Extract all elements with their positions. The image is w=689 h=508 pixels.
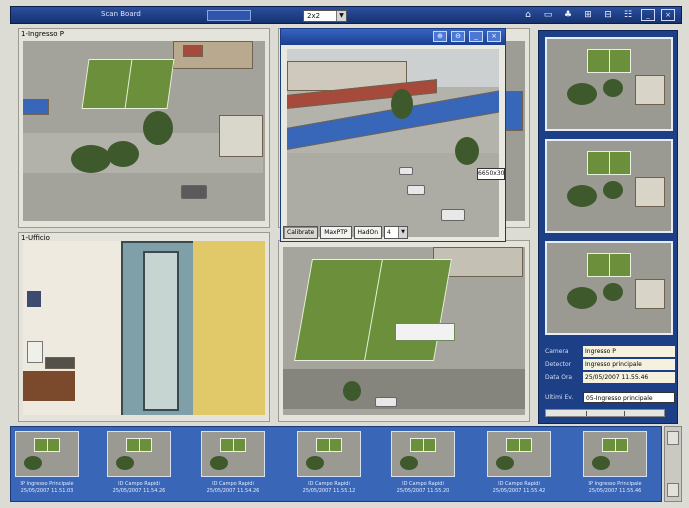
- history-caption: IP Ingresso Principale: [20, 481, 74, 487]
- history-item[interactable]: IP Ingresso Principale 25/05/2007 11.51.…: [15, 431, 79, 499]
- history-caption: IP Ingresso Principale: [588, 481, 642, 487]
- top-toolbar: Scan Board 2x2 ▼ ⌂ ▭ ♣ ⊞ ⊟ ☷ _ ×: [10, 6, 682, 24]
- toolbar-icons: ⌂ ▭ ♣ ⊞ ⊟ ☷ _ ×: [521, 9, 675, 21]
- ptz-status-tag: 6650x30: [477, 168, 505, 180]
- history-timestamp: 25/05/2007 11.55.12: [302, 488, 356, 494]
- camera-tile-1[interactable]: 1-Ingresso P: [18, 28, 270, 228]
- sequence-icon[interactable]: ⊟: [601, 9, 615, 21]
- history-item[interactable]: IP Ingresso Principale 25/05/2007 11.55.…: [583, 431, 647, 499]
- history-caption: ID Campo Rapidi: [402, 481, 444, 487]
- datetime-key: Data Ora: [545, 373, 573, 381]
- history-item[interactable]: ID Campo Rapidi 25/05/2007 11.55.20: [391, 431, 455, 499]
- ptz-controls: Calibrate MaxPTP HadOn 4 ▼: [283, 226, 409, 239]
- history-timestamp: 25/05/2007 11.54.26: [112, 488, 166, 494]
- minimize-icon[interactable]: _: [469, 31, 483, 42]
- history-caption: ID Campo Rapidi: [118, 481, 160, 487]
- event-history-strip: IP Ingresso Principale 25/05/2007 11.51.…: [10, 426, 662, 502]
- history-item[interactable]: ID Campo Rapidi 25/05/2007 11.55.12: [297, 431, 361, 499]
- toolbar-input[interactable]: [207, 10, 251, 21]
- close-icon[interactable]: ×: [487, 31, 501, 42]
- event-thumbnail[interactable]: [545, 37, 673, 131]
- history-timestamp: 25/05/2007 11.55.46: [588, 488, 642, 494]
- history-item[interactable]: ID Campo Rapidi 25/05/2007 11.54.26: [201, 431, 265, 499]
- history-thumbnail[interactable]: [297, 431, 361, 477]
- history-timestamp: 25/05/2007 11.51.03: [20, 488, 74, 494]
- history-thumbnail[interactable]: [487, 431, 551, 477]
- minimize-icon[interactable]: _: [641, 9, 655, 21]
- settings-icon[interactable]: ☷: [621, 9, 635, 21]
- detector-key: Detector: [545, 360, 572, 368]
- calibrate-button[interactable]: Calibrate: [283, 226, 319, 239]
- chevron-down-icon: ▼: [398, 227, 408, 238]
- camera-tile-3[interactable]: 1-Ufficio: [18, 232, 270, 422]
- scroll-up-button[interactable]: [667, 431, 679, 445]
- camera-view[interactable]: [283, 247, 525, 415]
- event-panel: Camera Ingresso P Detector Ingresso prin…: [538, 30, 678, 424]
- strip-scrollbar[interactable]: [664, 426, 682, 502]
- camera-view[interactable]: [23, 41, 265, 221]
- history-caption: ID Campo Rapidi: [498, 481, 540, 487]
- users-icon[interactable]: ♣: [561, 9, 575, 21]
- scroll-down-button[interactable]: [667, 483, 679, 497]
- ptz-camera-view[interactable]: [287, 49, 499, 237]
- close-icon[interactable]: ×: [661, 9, 675, 21]
- detector-value: Ingresso principale: [583, 358, 675, 370]
- event-seek-bar[interactable]: [545, 409, 665, 417]
- event-thumbnail[interactable]: [545, 241, 673, 335]
- history-thumbnail[interactable]: [391, 431, 455, 477]
- layout-select-value: 2x2: [307, 12, 321, 20]
- history-item[interactable]: ID Campo Rapidi 25/05/2007 11.55.42: [487, 431, 551, 499]
- history-caption: ID Campo Rapidi: [308, 481, 350, 487]
- zoom-in-icon[interactable]: ⊕: [433, 31, 447, 42]
- history-timestamp: 25/05/2007 11.54.26: [206, 488, 260, 494]
- monitor-icon[interactable]: ▭: [541, 9, 555, 21]
- last-events-value[interactable]: 05-Ingresso principale: [583, 391, 675, 403]
- zoom-out-icon[interactable]: ⊖: [451, 31, 465, 42]
- grid-icon[interactable]: ⊞: [581, 9, 595, 21]
- history-thumbnail[interactable]: [201, 431, 265, 477]
- camera-icon[interactable]: ⌂: [521, 9, 535, 21]
- ptz-popup-window[interactable]: ⊕ ⊖ _ × 6650x30 Calibrate MaxPTP HadOn 4…: [280, 28, 506, 242]
- history-thumbnail[interactable]: [107, 431, 171, 477]
- step-select[interactable]: 4 ▼: [384, 226, 409, 239]
- camera-key: Camera: [545, 347, 569, 355]
- last-events-key: Ultimi Ev.: [545, 393, 574, 401]
- camera-view[interactable]: [23, 241, 265, 415]
- chevron-down-icon: ▼: [336, 11, 346, 21]
- event-info: Camera Ingresso P Detector Ingresso prin…: [545, 345, 675, 404]
- had-on-button[interactable]: HadOn: [353, 226, 383, 239]
- datetime-value: 25/05/2007 11.55.46: [583, 371, 675, 383]
- history-item[interactable]: ID Campo Rapidi 25/05/2007 11.54.26: [107, 431, 171, 499]
- camera-tile-4[interactable]: [278, 240, 530, 422]
- layout-select[interactable]: 2x2 ▼: [303, 10, 347, 22]
- app-title: Scan Board: [101, 10, 141, 18]
- camera-value: Ingresso P: [583, 345, 675, 357]
- popup-titlebar[interactable]: ⊕ ⊖ _ ×: [281, 29, 505, 45]
- step-select-value: 4: [387, 229, 391, 236]
- history-timestamp: 25/05/2007 11.55.42: [492, 488, 546, 494]
- history-caption: ID Campo Rapidi: [212, 481, 254, 487]
- event-thumbnail[interactable]: [545, 139, 673, 233]
- history-thumbnail[interactable]: [583, 431, 647, 477]
- history-timestamp: 25/05/2007 11.55.20: [396, 488, 450, 494]
- max-ptp-button[interactable]: MaxPTP: [320, 226, 352, 239]
- camera-label: 1-Ingresso P: [21, 30, 64, 38]
- history-thumbnail[interactable]: [15, 431, 79, 477]
